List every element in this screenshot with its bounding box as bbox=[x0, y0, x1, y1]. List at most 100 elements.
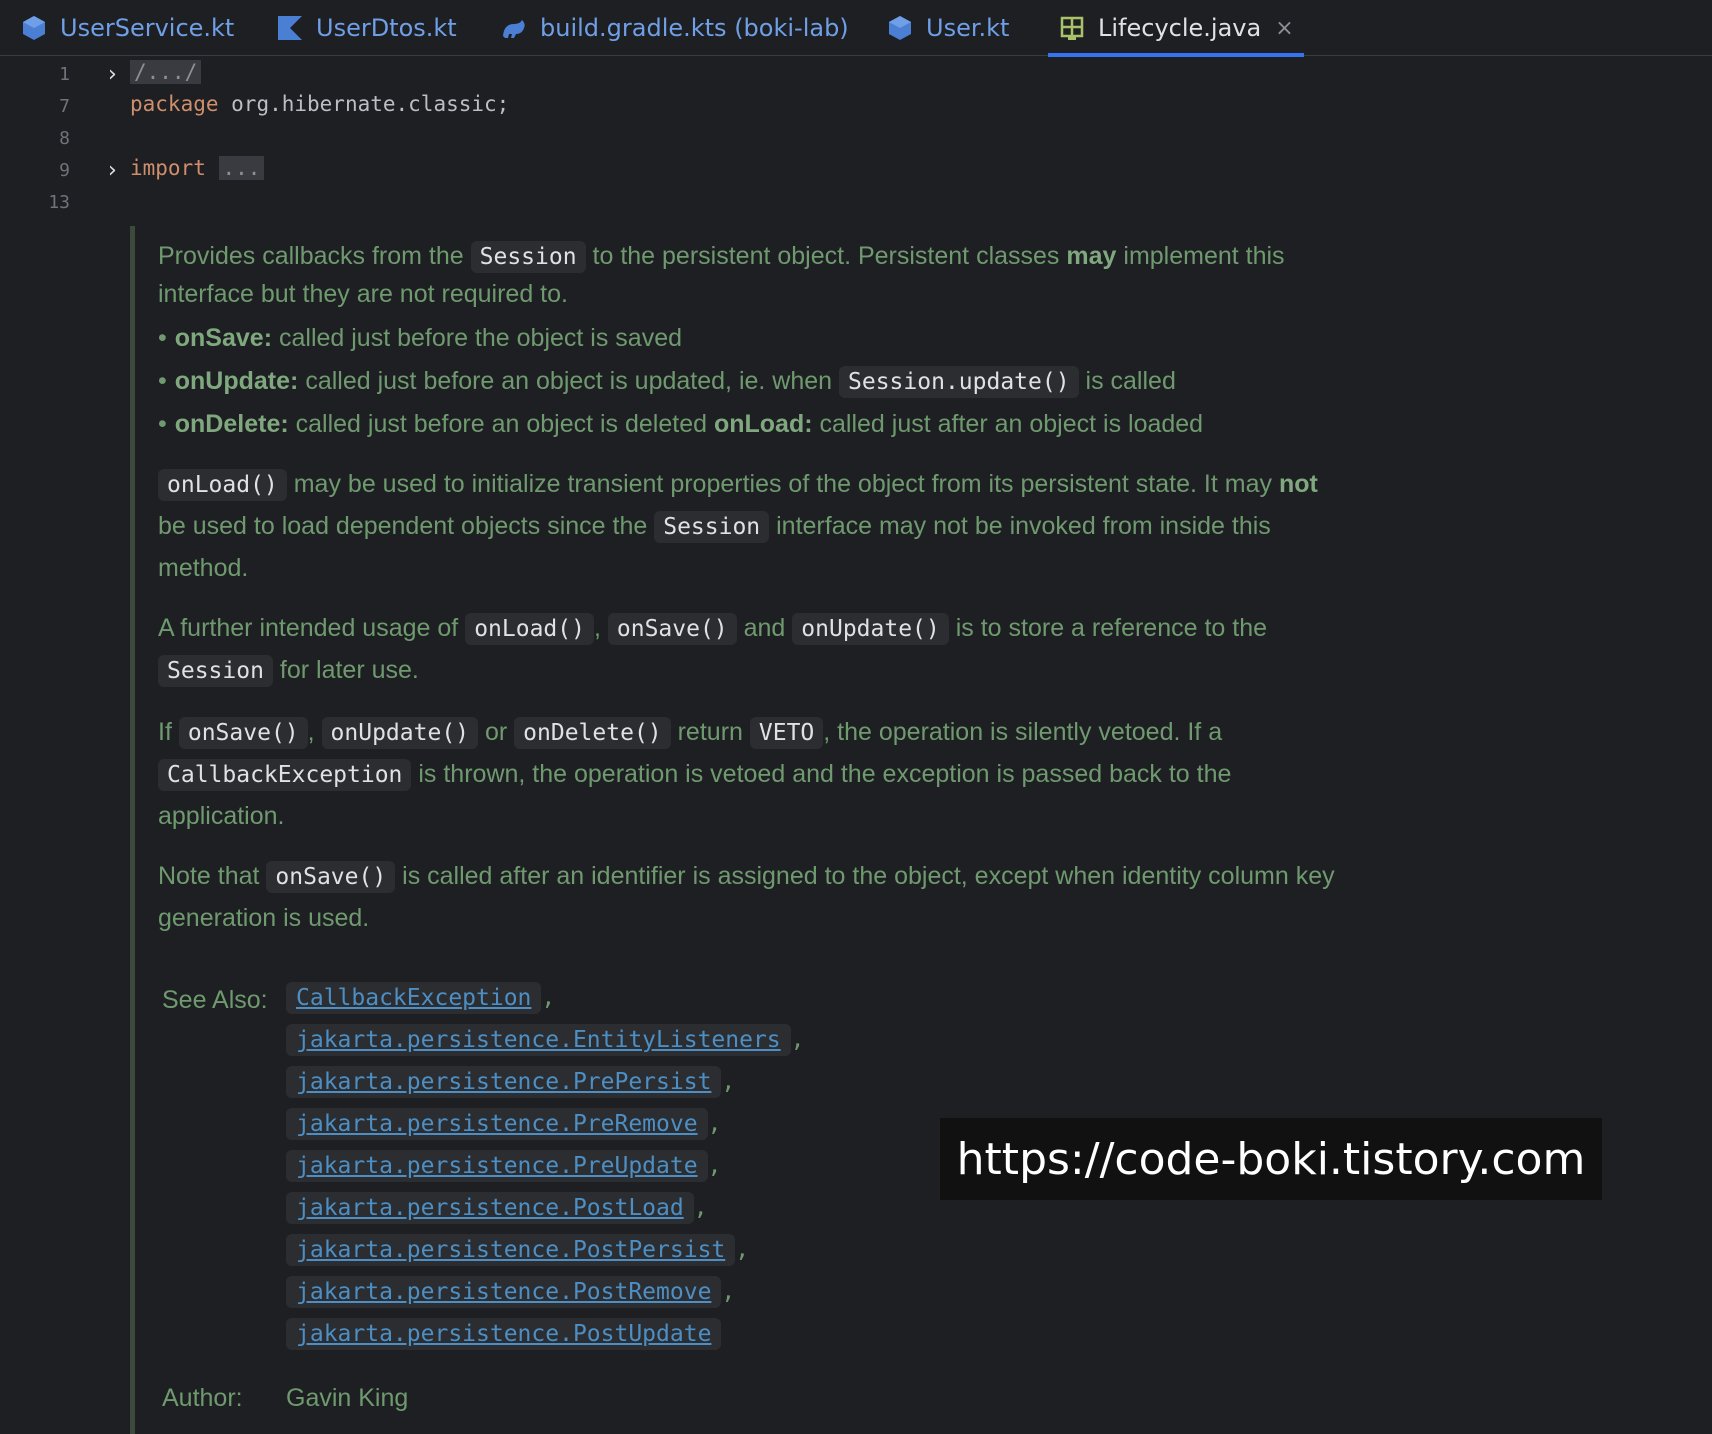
tab-label: User.kt bbox=[926, 14, 1010, 42]
line-number: 13 bbox=[48, 192, 70, 213]
doc-bold: onLoad: bbox=[713, 410, 813, 438]
doc-text: may be used to initialize transient prop… bbox=[293, 470, 1272, 498]
comma: , bbox=[790, 1027, 805, 1053]
doc-bullet: • onUpdate: called just before an object … bbox=[158, 366, 1176, 398]
tab-user[interactable]: User.kt bbox=[886, 0, 1009, 56]
doc-line: generation is used. bbox=[158, 904, 370, 932]
doc-line: CallbackException is thrown, the operati… bbox=[158, 759, 1232, 791]
doc-code: onSave() bbox=[266, 861, 396, 893]
tab-label: UserService.kt bbox=[60, 14, 235, 42]
see-also-link[interactable]: jakarta.persistence.PrePersist, bbox=[286, 1066, 735, 1098]
doc-text: A further intended usage of bbox=[158, 614, 459, 642]
see-also-link[interactable]: CallbackException, bbox=[286, 982, 555, 1014]
doc-text: called just before an object is updated,… bbox=[305, 367, 833, 395]
doc-text: implement this bbox=[1123, 242, 1285, 270]
see-also-link[interactable]: jakarta.persistence.PreRemove, bbox=[286, 1108, 721, 1140]
see-also-link[interactable]: jakarta.persistence.PreUpdate, bbox=[286, 1150, 721, 1182]
author-label: Author: bbox=[162, 1384, 243, 1412]
link-preupdate[interactable]: jakarta.persistence.PreUpdate bbox=[286, 1150, 708, 1182]
fold-chevron-right-icon[interactable]: › bbox=[108, 64, 126, 86]
tab-userdtos[interactable]: UserDtos.kt bbox=[276, 0, 457, 56]
doc-line: Session for later use. bbox=[158, 655, 419, 687]
line-number-gutter: 1 7 8 9 13 › › bbox=[8, 56, 126, 1434]
doc-code: Session bbox=[470, 241, 586, 273]
line-number: 9 bbox=[59, 160, 70, 181]
doc-code: onUpdate() bbox=[321, 717, 479, 749]
doc-line: A further intended usage of onLoad(), on… bbox=[158, 613, 1267, 645]
doc-text: is to store a reference to the bbox=[955, 614, 1267, 642]
doc-code: VETO bbox=[749, 717, 824, 749]
link-postupdate[interactable]: jakarta.persistence.PostUpdate bbox=[286, 1318, 722, 1350]
kotlin-class-icon bbox=[23, 16, 45, 40]
doc-text: called just after an object is loaded bbox=[819, 410, 1204, 438]
editor-tab-bar: UserService.kt UserDtos.kt build.gradle.… bbox=[0, 0, 1712, 57]
doc-text: and bbox=[743, 614, 786, 642]
doc-bold: not bbox=[1278, 470, 1318, 498]
comma: , bbox=[541, 985, 556, 1011]
link-prepersist[interactable]: jakarta.persistence.PrePersist bbox=[286, 1066, 722, 1098]
folded-header[interactable]: /.../ bbox=[130, 60, 202, 84]
line-number: 8 bbox=[59, 128, 70, 149]
doc-text: , the operation is silently vetoed. If a bbox=[823, 718, 1223, 746]
doc-bold: may bbox=[1066, 242, 1117, 270]
code-line-import: import ... bbox=[130, 156, 265, 180]
close-tab-icon[interactable]: × bbox=[1275, 16, 1293, 41]
link-preremove[interactable]: jakarta.persistence.PreRemove bbox=[286, 1108, 708, 1140]
comma: , bbox=[721, 1069, 736, 1095]
doc-bold: onSave: bbox=[174, 324, 273, 352]
see-also-link[interactable]: jakarta.persistence.EntityListeners, bbox=[286, 1024, 805, 1056]
doc-code: Session.update() bbox=[839, 366, 1079, 398]
tab-build-gradle[interactable]: build.gradle.kts (boki-lab) bbox=[500, 0, 849, 56]
comma: , bbox=[735, 1237, 750, 1263]
link-callbackexception[interactable]: CallbackException bbox=[286, 982, 542, 1014]
doc-code: onSave() bbox=[607, 613, 737, 645]
see-also-link[interactable]: jakarta.persistence.PostRemove, bbox=[286, 1276, 735, 1308]
doc-text: Provides callbacks from the bbox=[158, 242, 464, 270]
tab-lifecycle[interactable]: Lifecycle.java × bbox=[1048, 0, 1304, 57]
doc-code: CallbackException bbox=[158, 759, 412, 791]
see-also-link[interactable]: jakarta.persistence.PostPersist, bbox=[286, 1234, 749, 1266]
doc-bullet: • onDelete: called just before an object … bbox=[158, 410, 1204, 438]
doc-code: onLoad() bbox=[158, 469, 287, 501]
doc-line: method. bbox=[158, 554, 249, 582]
doc-line: Note that onSave() is called after an id… bbox=[158, 861, 1335, 893]
comma: , bbox=[707, 1111, 722, 1137]
doc-text: be used to load dependent objects since … bbox=[158, 512, 648, 540]
doc-bold: onUpdate: bbox=[174, 367, 299, 395]
doc-text: interface may not be invoked from inside… bbox=[776, 512, 1271, 540]
doc-code: Session bbox=[654, 511, 770, 543]
link-postremove[interactable]: jakarta.persistence.PostRemove bbox=[286, 1276, 722, 1308]
link-entitylisteners[interactable]: jakarta.persistence.EntityListeners bbox=[286, 1024, 791, 1056]
see-also-link[interactable]: jakarta.persistence.PostUpdate bbox=[286, 1318, 722, 1350]
package-name: org.hibernate.classic; bbox=[218, 92, 510, 116]
line-number: 1 bbox=[59, 64, 70, 85]
comma: , bbox=[693, 1195, 708, 1221]
tab-userservice[interactable]: UserService.kt bbox=[20, 0, 234, 56]
doc-text: or bbox=[484, 718, 508, 746]
doc-line: interface but they are not required to. bbox=[158, 280, 568, 308]
keyword-import: import bbox=[130, 156, 206, 180]
author-name: Gavin King bbox=[286, 1384, 409, 1412]
kotlin-class-icon bbox=[889, 16, 911, 40]
comma: , bbox=[707, 1153, 722, 1179]
doc-bold: onDelete: bbox=[174, 410, 289, 438]
keyword-package: package bbox=[130, 92, 219, 116]
link-postload[interactable]: jakarta.persistence.PostLoad bbox=[286, 1192, 694, 1224]
fold-chevron-right-icon[interactable]: › bbox=[108, 160, 126, 182]
see-also-label: See Also: bbox=[162, 986, 268, 1014]
tab-label: UserDtos.kt bbox=[316, 14, 457, 42]
code-line-header-fold[interactable]: /.../ bbox=[130, 60, 202, 84]
doc-line: If onSave(), onUpdate() or onDelete() re… bbox=[158, 717, 1223, 749]
see-also-link[interactable]: jakarta.persistence.PostLoad, bbox=[286, 1192, 708, 1224]
folded-imports[interactable]: ... bbox=[218, 156, 265, 180]
doc-text: is called bbox=[1085, 367, 1176, 395]
doc-code: onSave() bbox=[178, 717, 308, 749]
link-postpersist[interactable]: jakarta.persistence.PostPersist bbox=[286, 1234, 736, 1266]
doc-bullet: • onSave: called just before the object i… bbox=[158, 324, 682, 352]
doc-text: called just before the object is saved bbox=[278, 324, 682, 352]
doc-text: return bbox=[677, 718, 743, 746]
doc-code: Session bbox=[158, 655, 273, 687]
doc-text: is thrown, the operation is vetoed and t… bbox=[418, 760, 1232, 788]
doc-text: to the persistent object. Persistent cla… bbox=[592, 242, 1060, 270]
doc-text: If bbox=[158, 718, 172, 746]
